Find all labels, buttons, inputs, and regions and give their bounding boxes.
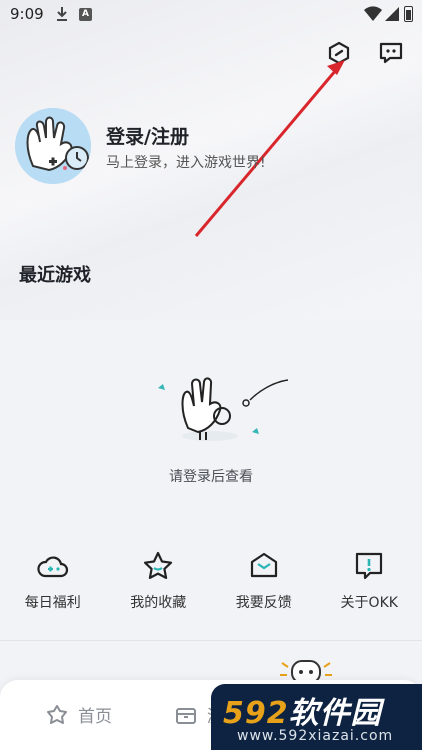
box-icon	[176, 707, 196, 724]
watermark-number: 592	[223, 696, 289, 731]
shortcut-label: 我的收藏	[130, 595, 187, 611]
shortcut-daily-rewards[interactable]: 每日福利	[0, 550, 106, 612]
star-icon	[144, 551, 173, 579]
shortcut-label: 每日福利	[24, 595, 81, 611]
shortcut-row: 每日福利 我的收藏 我要反馈 关于OKK	[0, 550, 422, 612]
exclamation-bubble-icon	[356, 552, 383, 580]
shortcut-feedback[interactable]: 我要反馈	[211, 550, 317, 612]
login-subtitle: 马上登录，进入游戏世界!	[106, 155, 266, 171]
login-register-title[interactable]: 登录/注册	[106, 122, 189, 149]
tab-home-label: 首页	[78, 707, 112, 727]
recent-games-heading: 最近游戏	[19, 265, 91, 286]
shortcut-favorites[interactable]: 我的收藏	[106, 550, 212, 612]
section-divider	[0, 640, 422, 641]
shortcut-label: 关于OKK	[340, 595, 398, 611]
envelope-icon	[250, 552, 277, 578]
gamepad-cloud-icon	[37, 556, 68, 578]
tab-home[interactable]: 首页	[46, 702, 112, 727]
profile-login[interactable]: 登录/注册 马上登录，进入游戏世界!	[15, 108, 395, 186]
shortcut-label: 我要反馈	[235, 595, 292, 611]
home-icon	[47, 704, 67, 724]
empty-state-illustration	[158, 377, 289, 441]
watermark-logo: 592软件园 www.592xiazai.com	[211, 684, 422, 750]
login-to-view-text: 请登录后查看	[169, 469, 253, 485]
watermark-brand: 软件园	[288, 696, 382, 731]
shortcut-about[interactable]: 关于OKK	[317, 550, 422, 612]
watermark-url: www.592xiazai.com	[237, 728, 394, 744]
avatar[interactable]	[15, 108, 91, 184]
